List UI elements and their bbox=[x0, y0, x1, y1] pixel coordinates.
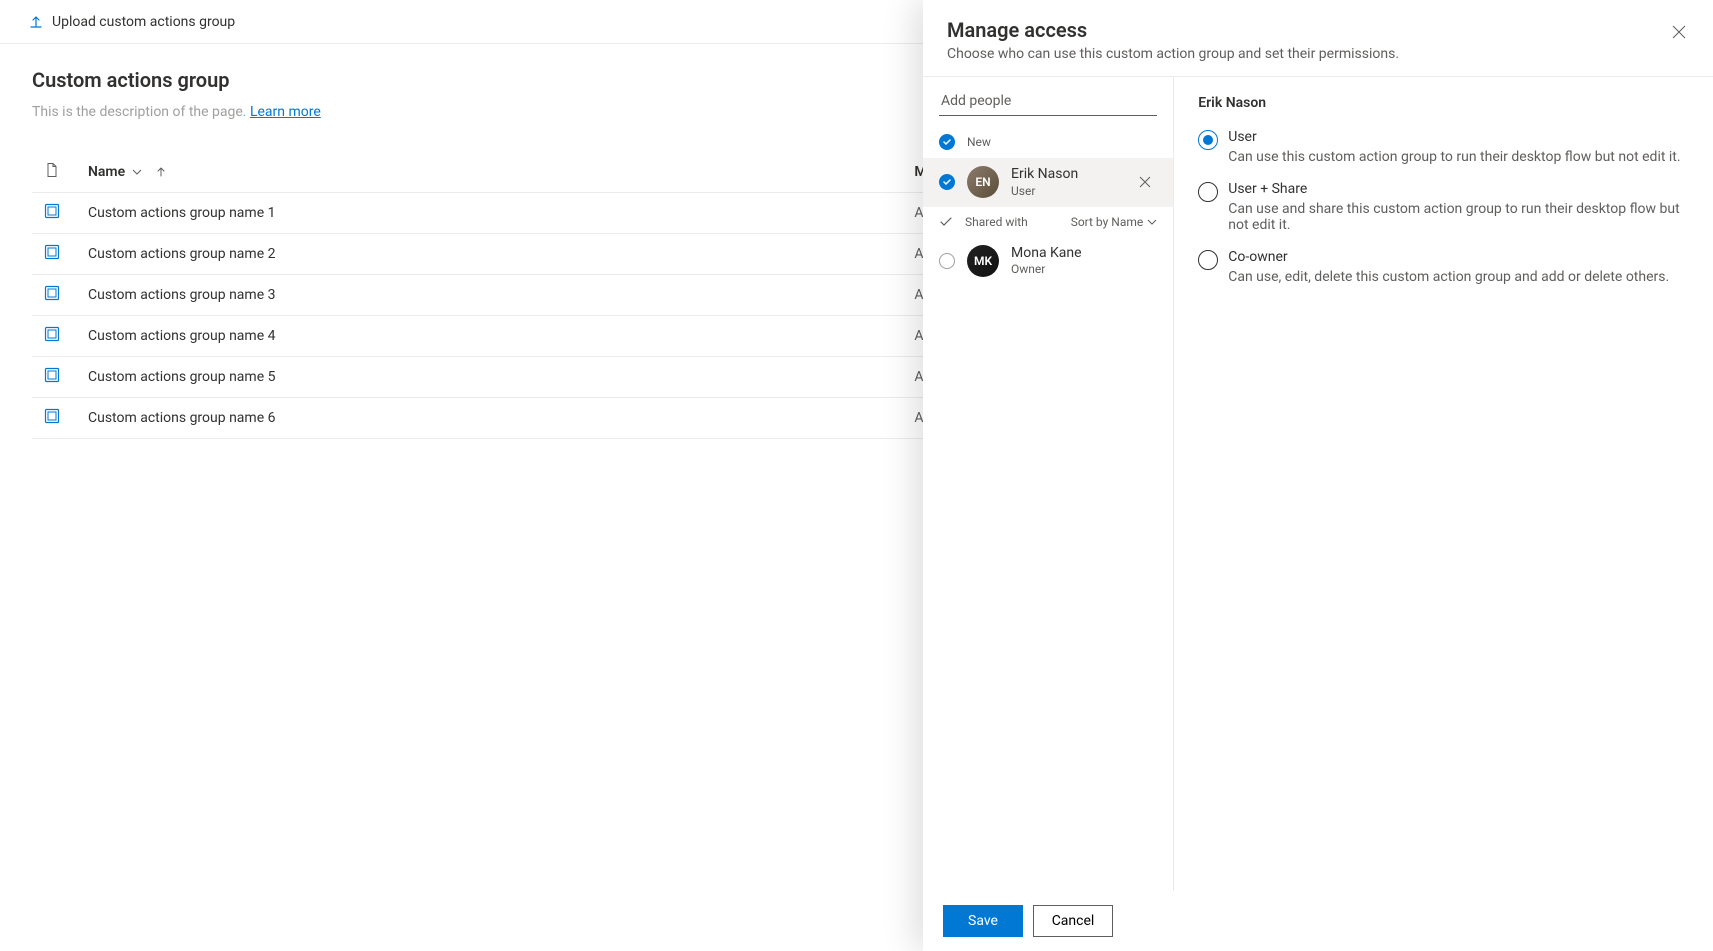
cancel-button[interactable]: Cancel bbox=[1033, 905, 1113, 937]
panel-subtitle: Choose who can use this custom action gr… bbox=[947, 46, 1689, 62]
person-name: Erik Nason bbox=[1011, 166, 1121, 184]
checkmark-circle-icon bbox=[939, 134, 955, 150]
people-section-new-label: New bbox=[967, 135, 991, 149]
checkmark-icon bbox=[939, 215, 953, 229]
permission-option-co-owner[interactable]: Co-owner Can use, edit, delete this cust… bbox=[1198, 249, 1689, 285]
table-cell-name: Custom actions group name 4 bbox=[76, 316, 902, 357]
checkmark-circle-icon bbox=[939, 174, 955, 190]
avatar: MK bbox=[967, 245, 999, 277]
table-cell-name: Custom actions group name 2 bbox=[76, 234, 902, 275]
table-cell-name: Custom actions group name 5 bbox=[76, 357, 902, 398]
add-people-input[interactable] bbox=[939, 87, 1157, 116]
permission-option-label: Co-owner bbox=[1228, 249, 1669, 265]
person-name: Mona Kane bbox=[1011, 245, 1157, 263]
people-section-shared-label: Shared with bbox=[965, 215, 1028, 229]
upload-custom-actions-group-button[interactable]: Upload custom actions group bbox=[20, 6, 243, 38]
save-button[interactable]: Save bbox=[943, 905, 1023, 937]
custom-actions-group-icon bbox=[44, 285, 60, 301]
upload-button-label: Upload custom actions group bbox=[52, 14, 235, 30]
table-cell-name: Custom actions group name 1 bbox=[76, 193, 902, 234]
custom-actions-group-icon bbox=[44, 408, 60, 424]
permissions-pane: Erik Nason User Can use this custom acti… bbox=[1174, 77, 1713, 891]
remove-person-button[interactable] bbox=[1133, 170, 1157, 194]
panel-header: Manage access Choose who can use this cu… bbox=[923, 0, 1713, 77]
people-section-shared-header[interactable]: Shared with Sort by Name bbox=[923, 207, 1173, 237]
person-row[interactable]: EN Erik Nason User bbox=[923, 158, 1173, 207]
panel-footer: Save Cancel bbox=[923, 891, 1713, 951]
page-description-text: This is the description of the page. bbox=[32, 104, 246, 120]
manage-access-panel: Manage access Choose who can use this cu… bbox=[923, 0, 1713, 951]
permission-option-user-share[interactable]: User + Share Can use and share this cust… bbox=[1198, 181, 1689, 233]
person-role: User bbox=[1011, 184, 1121, 199]
permissions-person-name: Erik Nason bbox=[1198, 95, 1689, 111]
custom-actions-group-icon bbox=[44, 203, 60, 219]
permission-option-label: User + Share bbox=[1228, 181, 1689, 197]
custom-actions-group-icon bbox=[44, 367, 60, 383]
table-cell-name: Custom actions group name 6 bbox=[76, 398, 902, 439]
people-pane: New EN Erik Nason User Shared with Sort … bbox=[923, 77, 1174, 891]
permission-option-label: User bbox=[1228, 129, 1680, 145]
sort-by-name-label: Sort by Name bbox=[1071, 215, 1144, 229]
unselected-circle-icon bbox=[939, 253, 955, 269]
close-icon bbox=[1139, 176, 1151, 188]
close-icon bbox=[1672, 25, 1686, 39]
permission-option-description: Can use this custom action group to run … bbox=[1228, 149, 1680, 165]
permission-option-description: Can use and share this custom action gro… bbox=[1228, 201, 1689, 233]
radio-button[interactable] bbox=[1198, 182, 1218, 202]
panel-close-button[interactable] bbox=[1663, 16, 1695, 48]
chevron-down-icon bbox=[1147, 217, 1157, 227]
people-section-new-header[interactable]: New bbox=[923, 126, 1173, 158]
panel-title: Manage access bbox=[947, 18, 1689, 42]
learn-more-link[interactable]: Learn more bbox=[250, 104, 321, 120]
radio-button[interactable] bbox=[1198, 250, 1218, 270]
permission-option-user[interactable]: User Can use this custom action group to… bbox=[1198, 129, 1689, 165]
table-cell-name: Custom actions group name 3 bbox=[76, 275, 902, 316]
file-icon bbox=[44, 162, 60, 178]
sort-by-name-button[interactable]: Sort by Name bbox=[1071, 215, 1158, 229]
chevron-down-icon bbox=[131, 166, 143, 178]
column-header-name-label: Name bbox=[88, 164, 125, 180]
permission-option-description: Can use, edit, delete this custom action… bbox=[1228, 269, 1669, 285]
person-row[interactable]: MK Mona Kane Owner bbox=[923, 237, 1173, 286]
column-header-file-icon[interactable] bbox=[32, 152, 76, 193]
avatar: EN bbox=[967, 166, 999, 198]
custom-actions-group-icon bbox=[44, 244, 60, 260]
radio-button[interactable] bbox=[1198, 130, 1218, 150]
panel-body: New EN Erik Nason User Shared with Sort … bbox=[923, 77, 1713, 891]
person-role: Owner bbox=[1011, 262, 1157, 277]
column-header-name[interactable]: Name bbox=[76, 152, 902, 193]
sort-ascending-icon bbox=[155, 166, 167, 178]
custom-actions-group-icon bbox=[44, 326, 60, 342]
upload-icon bbox=[28, 14, 44, 30]
